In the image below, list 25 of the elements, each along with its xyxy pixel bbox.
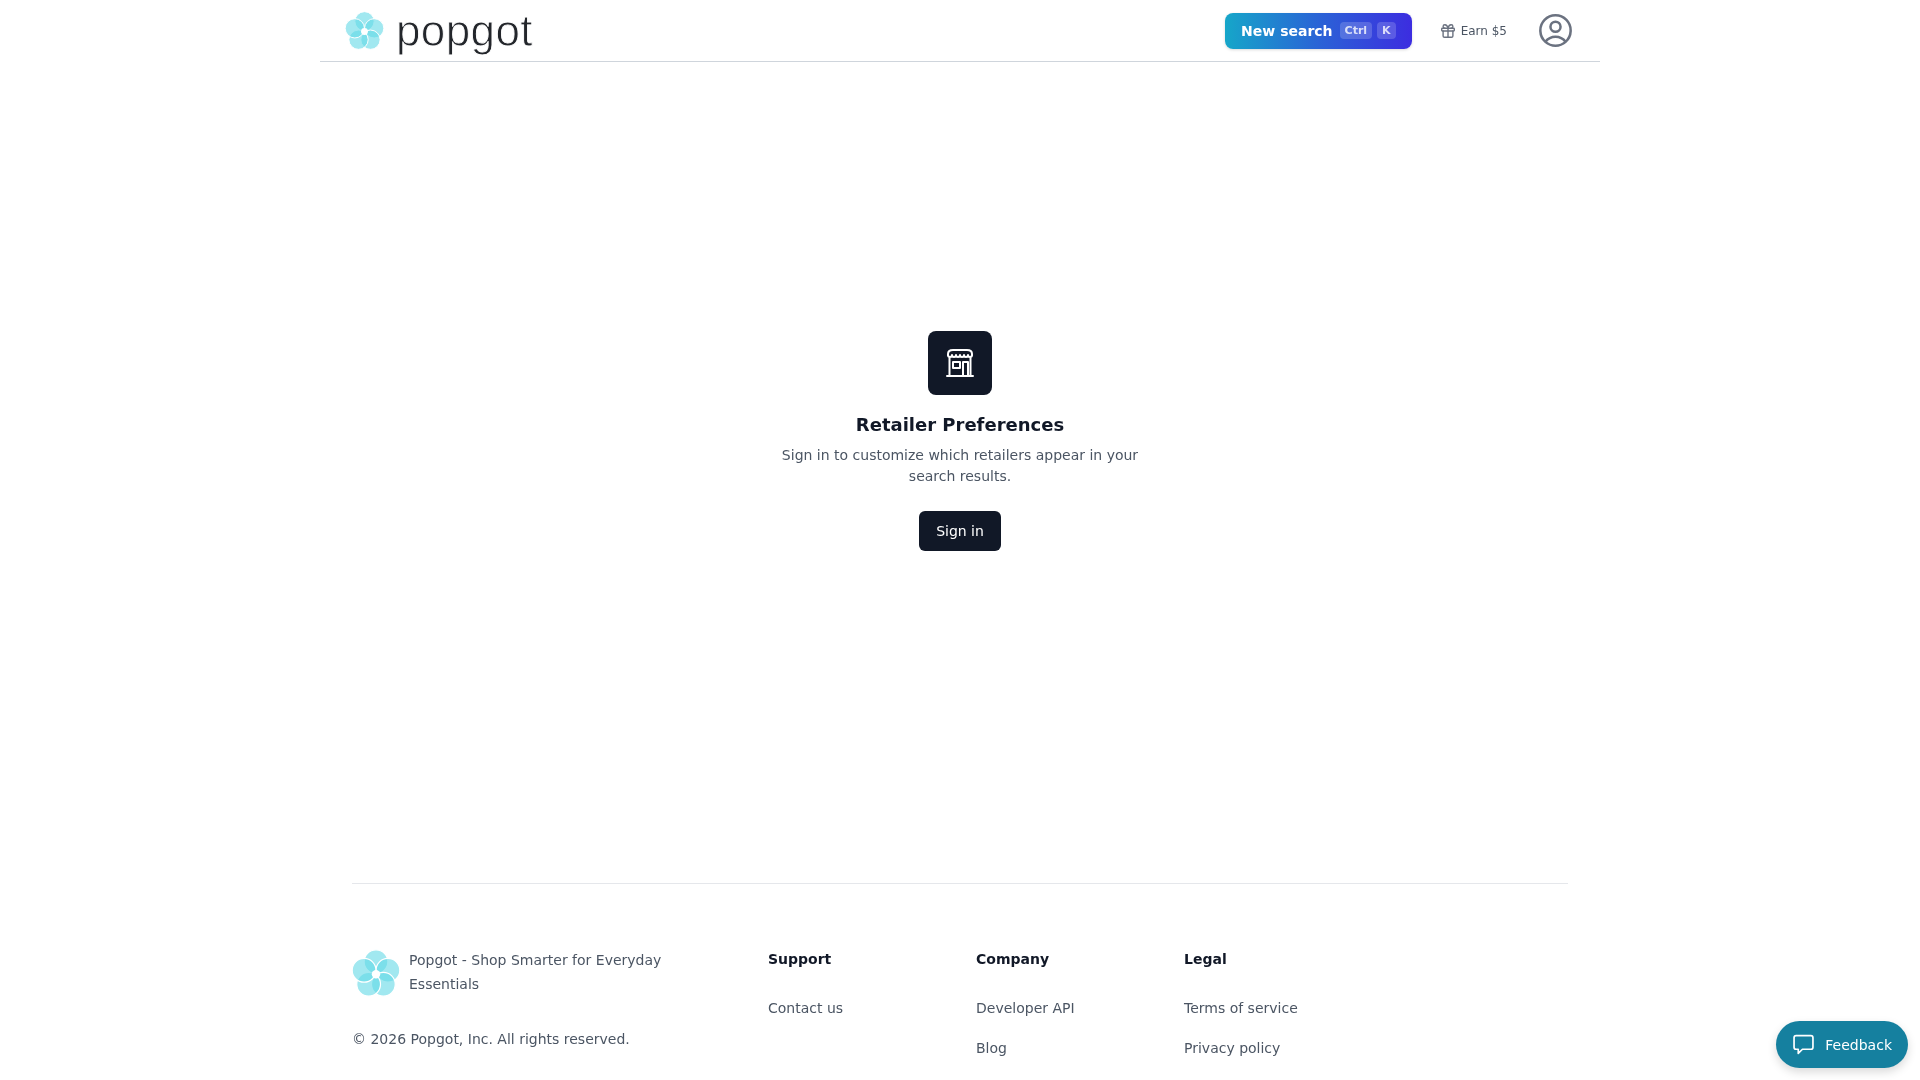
page-title: Retailer Preferences	[855, 413, 1065, 437]
new-search-button[interactable]: New search Ctrl K	[1225, 12, 1412, 49]
footer-column-heading: Legal	[1184, 950, 1228, 969]
store-icon	[928, 331, 992, 395]
footer-link[interactable]: Blog	[976, 1038, 1007, 1058]
feedback-button[interactable]: Feedback	[1776, 1021, 1908, 1068]
flower-logo-icon	[352, 949, 400, 997]
flower-logo-icon	[345, 11, 384, 50]
footer-link[interactable]: Privacy policy	[1184, 1038, 1281, 1058]
footer-link[interactable]: Terms of service	[1184, 998, 1298, 1018]
user-account-icon[interactable]	[1539, 14, 1572, 47]
sign-in-button[interactable]: Sign in	[919, 511, 1001, 551]
footer-link[interactable]: Contact us	[768, 998, 844, 1018]
footer-tagline: Popgot - Shop Smarter for Everyday Essentials	[409, 951, 663, 994]
chat-bubble-icon	[1793, 1034, 1815, 1055]
footer-column-heading: Support	[768, 950, 833, 969]
gift-icon	[1440, 23, 1455, 38]
earn-reward-link[interactable]: Earn $5	[1440, 23, 1507, 38]
footer-column-heading: Company	[976, 950, 1051, 969]
sign-in-message: Sign in to customize which retailers appear in your search results.	[780, 446, 1140, 486]
shortcut-key: Ctrl	[1339, 22, 1373, 39]
home-logo-link[interactable]: popgot	[345, 5, 533, 56]
shortcut-key: K	[1377, 22, 1396, 39]
copyright-text: © 2026 Popgot, Inc. All rights reserved.	[352, 1030, 631, 1049]
footer-link[interactable]: Developer API	[976, 998, 1075, 1018]
